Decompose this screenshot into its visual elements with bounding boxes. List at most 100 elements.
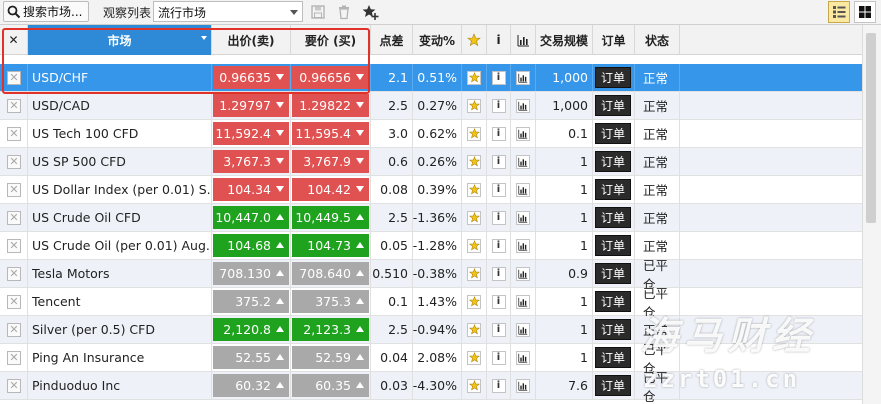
table-row[interactable]: ✕ US SP 500 CFD 3,767.3 3,767.9 0.6 0.26% i 1 订单… — [0, 148, 862, 176]
vertical-scrollbar[interactable] — [862, 25, 881, 404]
sell-price-button[interactable]: 10,447.0 — [213, 206, 289, 229]
table-row[interactable]: ✕ Tesla Motors 708.130 708.640 0.510 -0.38% i 0… — [0, 258, 862, 292]
remove-row-button[interactable]: ✕ — [7, 238, 21, 253]
order-button[interactable]: 订单 — [595, 263, 631, 284]
remove-row-button[interactable]: ✕ — [7, 70, 21, 85]
save-list-button[interactable] — [307, 1, 329, 23]
watchlist-select[interactable]: 流行市场 — [153, 1, 303, 22]
sell-price-button[interactable]: 11,592.4 — [213, 122, 289, 145]
market-name[interactable]: USD/CAD — [28, 92, 212, 119]
scrollbar-thumb[interactable] — [866, 33, 876, 223]
info-button[interactable]: i — [491, 238, 506, 253]
table-row[interactable]: ✕ US Dollar Index (per 0.01) S... 104.34 10… — [0, 176, 862, 204]
buy-price-button[interactable]: 60.35 — [292, 374, 369, 397]
buy-price-button[interactable]: 708.640 — [292, 262, 369, 285]
remove-row-button[interactable]: ✕ — [7, 294, 21, 309]
tile-view-button[interactable] — [854, 1, 876, 23]
order-button[interactable]: 订单 — [595, 375, 631, 396]
order-button[interactable]: 订单 — [595, 123, 631, 144]
sell-price-button[interactable]: 104.34 — [213, 178, 289, 201]
favorite-star-button[interactable] — [467, 322, 481, 337]
list-view-button[interactable] — [828, 1, 850, 23]
header-chart[interactable] — [511, 25, 536, 55]
sell-price-button[interactable]: 2,120.8 — [213, 318, 289, 341]
remove-row-button[interactable]: ✕ — [7, 350, 21, 365]
favorite-star-button[interactable] — [467, 238, 481, 253]
order-button[interactable]: 订单 — [595, 151, 631, 172]
sell-price-button[interactable]: 708.130 — [213, 262, 289, 285]
buy-price-button[interactable]: 10,449.5 — [292, 206, 369, 229]
header-close[interactable]: ✕ — [0, 25, 28, 55]
sell-price-button[interactable]: 0.96635 — [213, 66, 289, 89]
order-button[interactable]: 订单 — [595, 235, 631, 256]
info-button[interactable]: i — [491, 210, 506, 225]
table-row[interactable]: ✕ US Crude Oil (per 0.01) Aug... 104.68 104… — [0, 232, 862, 260]
sell-price-button[interactable]: 1.29797 — [213, 94, 289, 117]
market-name[interactable]: Tencent — [28, 288, 212, 315]
favorite-star-button[interactable] — [467, 98, 481, 113]
market-name[interactable]: Tesla Motors — [28, 260, 212, 287]
chart-button[interactable] — [516, 238, 530, 253]
favorite-star-button[interactable] — [467, 350, 481, 365]
table-row[interactable]: ✕ USD/CAD 1.29797 1.29822 2.5 0.27% i 1,000 订单 正常 — [0, 92, 862, 120]
buy-price-button[interactable]: 11,595.4 — [292, 122, 369, 145]
buy-price-button[interactable]: 52.59 — [292, 346, 369, 369]
delete-list-button[interactable] — [333, 1, 355, 23]
sell-price-button[interactable]: 3,767.3 — [213, 150, 289, 173]
sell-price-button[interactable]: 52.55 — [213, 346, 289, 369]
order-button[interactable]: 订单 — [595, 207, 631, 228]
info-button[interactable]: i — [491, 322, 506, 337]
header-status[interactable]: 状态 — [635, 25, 680, 55]
header-order[interactable]: 订单 — [593, 25, 635, 55]
remove-row-button[interactable]: ✕ — [7, 182, 21, 197]
info-button[interactable]: i — [491, 98, 506, 113]
chart-button[interactable] — [516, 98, 530, 113]
chart-button[interactable] — [516, 350, 530, 365]
market-name[interactable]: US Tech 100 CFD — [28, 120, 212, 147]
header-change[interactable]: 变动% — [413, 25, 462, 55]
table-row[interactable]: ✕ USD/CHF 0.96635 0.96656 2.1 0.51% i 1,000 订单 正常 — [0, 64, 862, 92]
market-name[interactable]: Ping An Insurance — [28, 344, 212, 371]
buy-price-button[interactable]: 104.42 — [292, 178, 369, 201]
market-name[interactable]: US Dollar Index (per 0.01) S... — [28, 176, 212, 203]
market-name[interactable]: Silver (per 0.5) CFD — [28, 316, 212, 343]
table-row[interactable]: ✕ US Crude Oil CFD 10,447.0 10,449.5 2.5 -1.3… — [0, 204, 862, 232]
favorite-star-button[interactable] — [467, 378, 481, 393]
info-button[interactable]: i — [491, 378, 506, 393]
chart-button[interactable] — [516, 266, 530, 281]
favorite-star-button[interactable] — [467, 182, 481, 197]
remove-row-button[interactable]: ✕ — [7, 378, 21, 393]
chart-button[interactable] — [516, 294, 530, 309]
chart-button[interactable] — [516, 154, 530, 169]
favorite-star-button[interactable] — [467, 266, 481, 281]
market-name[interactable]: US Crude Oil CFD — [28, 204, 212, 231]
sell-price-button[interactable]: 104.68 — [213, 234, 289, 257]
chart-button[interactable] — [516, 126, 530, 141]
info-button[interactable]: i — [491, 266, 506, 281]
market-name[interactable]: US SP 500 CFD — [28, 148, 212, 175]
info-button[interactable]: i — [491, 126, 506, 141]
favorite-star-button[interactable] — [467, 294, 481, 309]
search-markets-button[interactable]: 搜索市场... — [3, 1, 89, 22]
order-button[interactable]: 订单 — [595, 67, 631, 88]
order-button[interactable]: 订单 — [595, 95, 631, 116]
favorite-star-button[interactable] — [467, 210, 481, 225]
remove-row-button[interactable]: ✕ — [7, 98, 21, 113]
order-button[interactable]: 订单 — [595, 319, 631, 340]
remove-row-button[interactable]: ✕ — [7, 126, 21, 141]
info-button[interactable]: i — [491, 182, 506, 197]
header-spread[interactable]: 点差 — [371, 25, 413, 55]
info-button[interactable]: i — [491, 294, 506, 309]
info-button[interactable]: i — [491, 70, 506, 85]
header-buy[interactable]: 要价 (买) — [291, 25, 371, 55]
order-button[interactable]: 订单 — [595, 179, 631, 200]
info-button[interactable]: i — [491, 154, 506, 169]
market-name[interactable]: Pinduoduo Inc — [28, 372, 212, 399]
favorite-star-button[interactable] — [467, 126, 481, 141]
market-name[interactable]: US Crude Oil (per 0.01) Aug... — [28, 232, 212, 259]
order-button[interactable]: 订单 — [595, 347, 631, 368]
market-name[interactable]: USD/CHF — [28, 64, 212, 91]
sell-price-button[interactable]: 375.2 — [213, 290, 289, 313]
remove-row-button[interactable]: ✕ — [7, 266, 21, 281]
favorite-star-button[interactable] — [467, 70, 481, 85]
